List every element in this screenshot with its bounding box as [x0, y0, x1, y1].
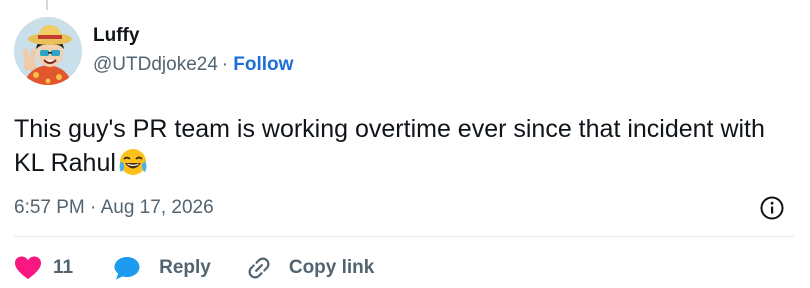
- author-handle-row: @UTDdjoke24 · Follow: [93, 52, 293, 78]
- author-display-name[interactable]: Luffy: [93, 24, 293, 48]
- reply-label: Reply: [159, 257, 211, 278]
- follow-button[interactable]: Follow: [233, 52, 293, 78]
- like-button[interactable]: 11: [14, 255, 73, 281]
- tweet-timestamp[interactable]: 6:57 PM · Aug 17, 2026: [14, 196, 214, 220]
- heart-icon: [14, 255, 42, 281]
- info-icon[interactable]: [759, 195, 785, 221]
- thread-connector: [46, 0, 48, 10]
- like-count: 11: [53, 257, 74, 278]
- copy-link-label: Copy link: [288, 257, 375, 278]
- author-info: Luffy @UTDdjoke24 · Follow: [93, 24, 293, 78]
- action-bar: 11 Reply Copy link: [14, 252, 374, 284]
- speech-bubble-icon: [113, 255, 141, 281]
- avatar[interactable]: [14, 17, 82, 85]
- copy-link-button[interactable]: Copy link: [245, 254, 375, 282]
- link-icon: [245, 254, 273, 282]
- face-with-tears-of-joy-icon: [118, 147, 148, 186]
- separator-dot: ·: [221, 54, 229, 75]
- tweet-body: This guy's PR team is working overtime e…: [14, 112, 794, 186]
- author-handle[interactable]: @UTDdjoke24: [93, 52, 218, 78]
- tweet-header: Luffy @UTDdjoke24 · Follow: [14, 16, 293, 86]
- divider: [14, 236, 794, 237]
- reply-button[interactable]: Reply: [113, 255, 211, 281]
